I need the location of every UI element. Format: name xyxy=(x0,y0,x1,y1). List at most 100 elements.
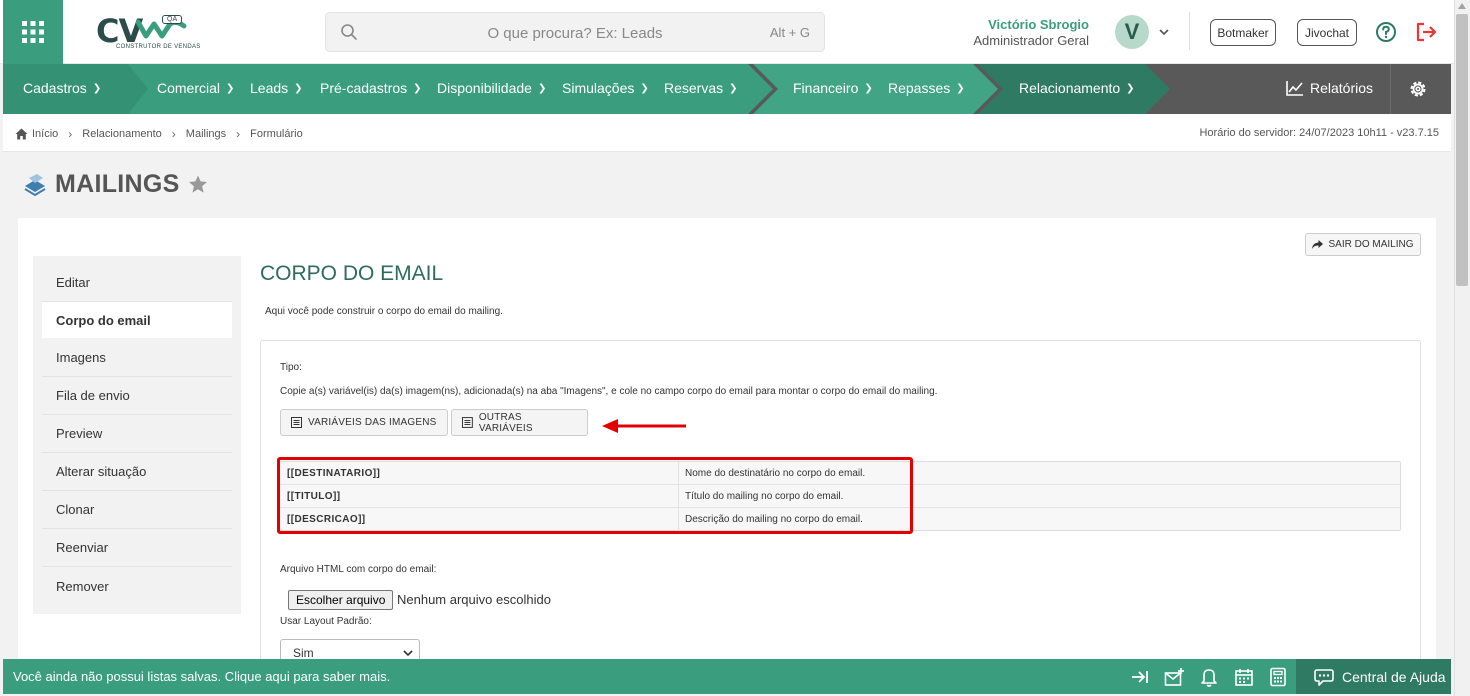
logo-subtitle: CONSTRUTOR DE VENDAS xyxy=(116,44,201,50)
saved-lists-message[interactable]: Você ainda não possui listas salvas. Cli… xyxy=(13,669,390,684)
grid-icon xyxy=(22,21,44,43)
logout-icon[interactable] xyxy=(1415,21,1439,43)
other-variables-label: OUTRAS VARIÁVEIS xyxy=(478,411,533,434)
nav-item-financeiro[interactable]: Financeiro ❯ xyxy=(793,80,873,96)
top-bar: CV QA CONSTRUTOR DE VENDAS O que procura… xyxy=(0,0,1454,64)
sidebar-item-imagens[interactable]: Imagens xyxy=(42,339,232,377)
html-file-label: Arquivo HTML com corpo do email: xyxy=(280,564,437,575)
page-title: MAILINGS xyxy=(23,170,208,199)
chevron-right-icon: › xyxy=(236,127,241,141)
nav-item-relacionamento[interactable]: Relacionamento ❯ xyxy=(1019,80,1135,96)
user-role: Administrador Geral xyxy=(973,33,1089,48)
nav-item-reservas[interactable]: Reservas ❯ xyxy=(664,80,738,96)
nav-label: Cadastros xyxy=(23,80,87,96)
apps-grid-button[interactable] xyxy=(3,0,63,64)
chevron-down-icon: ❯ xyxy=(537,82,547,94)
help-center-button[interactable]: Central de Ajuda xyxy=(1296,659,1451,694)
bell-icon[interactable] xyxy=(1200,667,1218,687)
nav-label: Pré-cadastros xyxy=(320,80,408,96)
calendar-icon[interactable] xyxy=(1234,667,1254,687)
server-time: Horário do servidor: 24/07/2023 10h11 - … xyxy=(1199,127,1439,139)
list-icon xyxy=(462,417,473,428)
exit-mailing-label: SAIR DO MAILING xyxy=(1328,239,1414,250)
sidebar-item-preview[interactable]: Preview xyxy=(42,415,232,453)
mailing-stack-icon xyxy=(24,173,46,196)
gear-icon[interactable] xyxy=(1408,79,1428,99)
nav-item-disponibilidade[interactable]: Disponibilidade ❯ xyxy=(437,80,546,96)
nav-reports[interactable]: Relatórios xyxy=(1286,80,1373,96)
breadcrumb-home[interactable]: Início xyxy=(15,128,58,140)
bottom-bar: Você ainda não possui listas salvas. Cli… xyxy=(3,659,1451,694)
nav-label: Leads xyxy=(250,80,289,96)
nav-label: Reservas xyxy=(664,80,724,96)
divider xyxy=(1189,12,1190,50)
breadcrumb-item: Início xyxy=(32,128,59,140)
breadcrumb-item: Formulário xyxy=(250,128,303,140)
sidebar-item-clonar[interactable]: Clonar xyxy=(42,491,232,529)
main-nav: Cadastros ❯ Comercial ❯ Leads ❯ Pré-cadastr… xyxy=(3,64,1451,114)
star-icon[interactable] xyxy=(188,175,208,194)
user-name[interactable]: Victório Sbrogio xyxy=(988,17,1089,32)
copy-instructions: Copie a(s) variável(is) da(s) imagem(ns)… xyxy=(280,386,938,397)
chevron-down-icon: ❯ xyxy=(294,82,303,94)
file-status: Nenhum arquivo escolhido xyxy=(397,592,551,607)
chart-line-icon xyxy=(1286,81,1303,96)
breadcrumb-item[interactable]: Mailings xyxy=(186,128,226,140)
page-title-text: MAILINGS xyxy=(55,170,180,198)
nav-label: Disponibilidade xyxy=(437,80,532,96)
search-placeholder: O que procura? Ex: Leads xyxy=(487,25,663,42)
scroll-up-arrow-icon[interactable] xyxy=(1458,3,1466,9)
logo-badge: QA xyxy=(162,15,183,24)
chevron-down-icon[interactable] xyxy=(1158,26,1170,38)
nav-label: Relacionamento xyxy=(1019,80,1121,96)
avatar[interactable]: V xyxy=(1115,15,1149,49)
nav-item-leads[interactable]: Leads ❯ xyxy=(250,80,303,96)
exit-mailing-button[interactable]: SAIR DO MAILING xyxy=(1305,233,1421,256)
home-icon xyxy=(15,128,28,140)
calculator-icon[interactable] xyxy=(1269,667,1287,687)
breadcrumb: Início › Relacionamento › Mailings › For… xyxy=(15,127,303,141)
nav-item-simulacoes[interactable]: Simulações ❯ xyxy=(562,80,649,96)
breadcrumb-item[interactable]: Relacionamento xyxy=(82,128,162,140)
search-shortcut: Alt + G xyxy=(769,25,810,40)
app-logo[interactable]: CV QA CONSTRUTOR DE VENDAS xyxy=(94,12,200,54)
nav-label: Comercial xyxy=(157,80,221,96)
mail-add-icon[interactable] xyxy=(1164,667,1186,687)
jivochat-button[interactable]: Jivochat xyxy=(1297,19,1357,46)
help-icon[interactable] xyxy=(1375,21,1397,43)
chevron-down-icon: ❯ xyxy=(226,82,235,94)
scrollbar-thumb[interactable] xyxy=(1456,14,1468,286)
sidebar-item-editar[interactable]: Editar xyxy=(42,264,232,302)
nav-item-pre-cadastros[interactable]: Pré-cadastros ❯ xyxy=(320,80,422,96)
nav-label: Simulações xyxy=(562,80,635,96)
nav-item-cadastros[interactable]: Cadastros ❯ xyxy=(23,80,101,96)
breadcrumb-bar: Início › Relacionamento › Mailings › For… xyxy=(3,114,1451,152)
divider xyxy=(1390,64,1391,114)
sidebar-item-fila-de-envio[interactable]: Fila de envio xyxy=(42,377,232,415)
chevron-right-icon: › xyxy=(171,127,176,141)
image-variables-button[interactable]: VARIÁVEIS DAS IMAGENS xyxy=(280,409,448,436)
chevron-down-icon: ❯ xyxy=(92,82,102,94)
nav-item-comercial[interactable]: Comercial ❯ xyxy=(157,80,234,96)
collapse-right-icon[interactable] xyxy=(1130,667,1150,687)
layout-select-value: Sim xyxy=(293,646,314,660)
tipo-label: Tipo: xyxy=(280,362,302,373)
section-title: CORPO DO EMAIL xyxy=(260,262,444,285)
sidebar-item-alterar-situacao[interactable]: Alterar situação xyxy=(42,453,232,491)
choose-file-button[interactable]: Escolher arquivo xyxy=(288,590,394,610)
sidebar-item-reenviar[interactable]: Reenviar xyxy=(42,529,232,567)
section-description: Aqui você pode construir o corpo do emai… xyxy=(265,306,503,317)
other-variables-button[interactable]: OUTRAS VARIÁVEIS xyxy=(451,409,588,436)
sidebar-item-remover[interactable]: Remover xyxy=(42,567,232,605)
red-arrow-annotation xyxy=(602,419,686,433)
chevron-down-icon xyxy=(403,650,413,657)
nav-item-repasses[interactable]: Repasses ❯ xyxy=(888,80,965,96)
sidebar-item-corpo-do-email[interactable]: Corpo do email xyxy=(42,302,232,338)
list-icon xyxy=(291,417,302,428)
nav-label: Financeiro xyxy=(793,80,859,96)
botmaker-button[interactable]: Botmaker xyxy=(1210,19,1276,46)
chevron-right-icon: › xyxy=(68,127,73,141)
image-variables-label: VARIÁVEIS DAS IMAGENS xyxy=(308,417,437,428)
chat-bubble-icon xyxy=(1314,668,1334,686)
search-bar[interactable]: O que procura? Ex: Leads Alt + G xyxy=(325,12,825,52)
